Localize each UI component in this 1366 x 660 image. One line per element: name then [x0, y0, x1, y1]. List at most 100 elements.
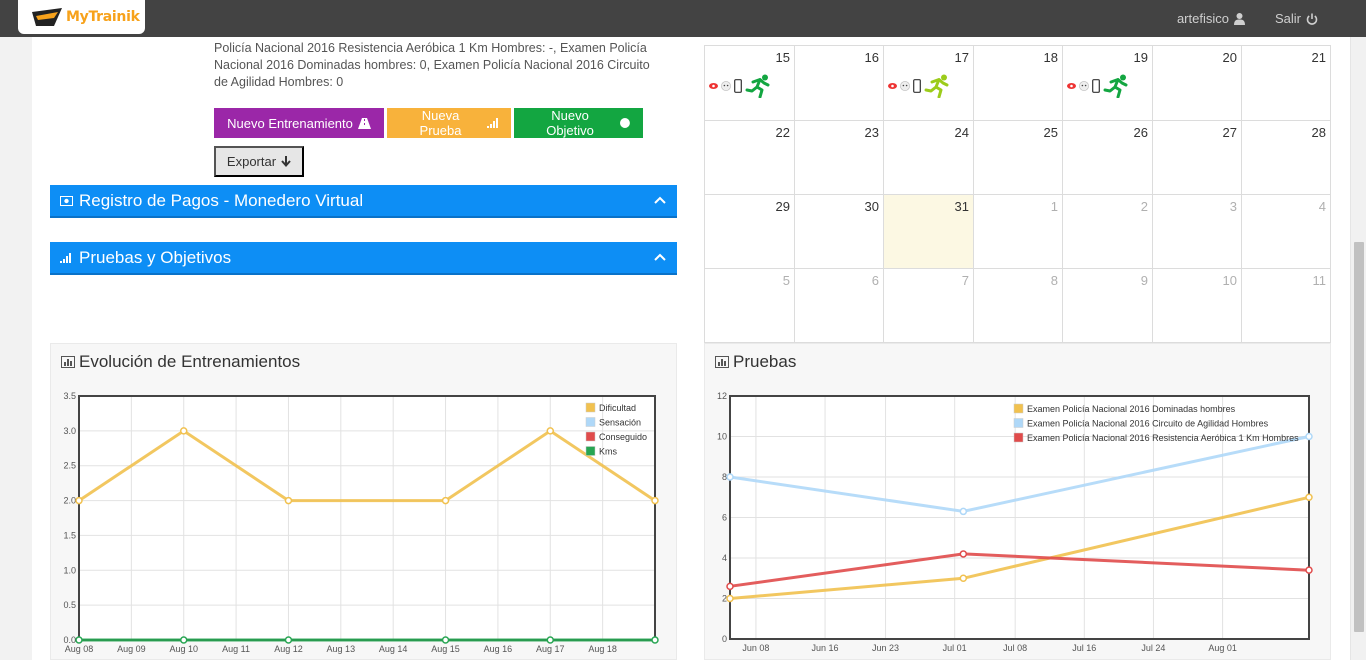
tests-chart-title: Pruebas — [733, 352, 797, 371]
calendar-day[interactable]: 16 — [794, 46, 883, 120]
calendar-day[interactable]: 26 — [1062, 121, 1152, 194]
x-tick-label: Aug 16 — [484, 644, 513, 654]
scroll-thumb[interactable] — [1354, 242, 1364, 632]
user-menu[interactable]: artefisico — [1177, 11, 1245, 26]
new-training-label: Nuevo Entrenamiento — [227, 115, 353, 131]
tests-goals-panel-header[interactable]: Pruebas y Objetivos — [50, 242, 677, 275]
objectives-summary-text: Policía Nacional 2016 Resistencia Aeróbi… — [214, 41, 650, 89]
legend-label: Examen Policía Nacional 2016 Dominadas h… — [1027, 404, 1236, 414]
x-tick-label: Aug 13 — [327, 644, 356, 654]
calendar-week-row: 29 30 31 1 2 3 4 — [704, 194, 1331, 268]
data-point — [726, 473, 734, 481]
calendar-day[interactable]: 28 — [1241, 121, 1331, 194]
calendar-day[interactable]: 8 — [973, 269, 1062, 342]
phone-icon — [913, 79, 921, 93]
calendar-day[interactable]: 21 — [1241, 46, 1331, 120]
x-tick-label: Aug 01 — [1208, 643, 1237, 653]
legend-swatch — [1013, 403, 1024, 414]
eye-icon — [888, 83, 897, 89]
calendar-day-number: 22 — [775, 125, 790, 140]
calendar-day[interactable]: 25 — [973, 121, 1062, 194]
calendar-day-number: 29 — [775, 199, 790, 214]
y-tick-label: 1.0 — [63, 565, 76, 575]
y-tick-label: 10 — [717, 432, 727, 442]
y-tick-label: 1.5 — [63, 530, 76, 540]
logout-link[interactable]: Salir — [1275, 11, 1318, 26]
calendar-day-today[interactable]: 31 — [883, 195, 973, 268]
legend-swatch — [1013, 432, 1024, 443]
data-point — [959, 507, 968, 516]
calendar-day[interactable]: 3 — [1152, 195, 1241, 268]
logo[interactable]: MyTrainik — [18, 0, 145, 34]
data-point — [726, 582, 734, 591]
data-point — [959, 574, 968, 582]
calendar-day[interactable]: 18 — [973, 46, 1062, 120]
calendar-event[interactable] — [888, 74, 952, 98]
calendar-day[interactable]: 27 — [1152, 121, 1241, 194]
calendar-day-number: 3 — [1229, 199, 1237, 214]
x-tick-label: Aug 18 — [588, 644, 617, 654]
new-test-button[interactable]: Nueva Prueba — [387, 108, 511, 138]
face-icon — [900, 81, 910, 91]
calendar-event[interactable] — [1067, 74, 1131, 98]
calendar-day-number: 9 — [1140, 273, 1148, 288]
x-tick-label: Jun 23 — [872, 643, 899, 653]
x-tick-label: Jun 08 — [742, 643, 769, 653]
bar-chart-icon — [715, 356, 729, 368]
calendar-day[interactable]: 29 — [704, 195, 794, 268]
calendar-day[interactable]: 9 — [1062, 269, 1152, 342]
calendar-day[interactable]: 20 — [1152, 46, 1241, 120]
runner-icon — [1103, 74, 1128, 98]
calendar-day[interactable]: 22 — [704, 121, 794, 194]
new-test-label: Nueva Prueba — [419, 108, 462, 138]
y-tick-label: 4 — [722, 553, 727, 563]
calendar-day-number: 16 — [864, 50, 879, 65]
data-point — [1305, 493, 1313, 501]
calendar-day[interactable]: 15 — [704, 46, 794, 120]
eye-icon — [709, 83, 718, 89]
logo-text: MyTrainik — [66, 9, 140, 25]
calendar-day[interactable]: 4 — [1241, 195, 1331, 268]
y-tick-label: 0.5 — [63, 600, 76, 610]
tests-goals-panel-title: Pruebas y Objetivos — [79, 247, 232, 267]
chevron-up-icon[interactable] — [653, 250, 667, 264]
new-training-button[interactable]: Nuevo Entrenamiento — [214, 108, 384, 138]
tests-chart: 0 2 4 6 8 10 12 Jun 08 Jun 16 Jun 23 Jul 01 Jul 08 J… — [717, 391, 1313, 653]
x-tick-label: Aug 08 — [65, 644, 94, 654]
calendar-day[interactable]: 19 — [1062, 46, 1152, 120]
new-goal-button[interactable]: Nuevo Objetivo — [514, 108, 643, 138]
calendar-day[interactable]: 10 — [1152, 269, 1241, 342]
payments-panel-header[interactable]: Registro de Pagos - Monedero Virtual — [50, 185, 677, 218]
calendar-day[interactable]: 5 — [704, 269, 794, 342]
calendar-day[interactable]: 7 — [883, 269, 973, 342]
y-tick-label: 8 — [722, 472, 727, 482]
signal-icon — [487, 118, 499, 128]
legend-swatch — [585, 431, 596, 442]
calendar-event[interactable] — [709, 74, 773, 98]
calendar-day-number: 21 — [1311, 50, 1326, 65]
calendar-day[interactable]: 23 — [794, 121, 883, 194]
face-icon — [1079, 81, 1089, 91]
x-tick-label: Aug 12 — [274, 644, 303, 654]
power-icon — [1306, 13, 1318, 25]
x-tick-label: Jul 16 — [1072, 643, 1096, 653]
calendar-day[interactable]: 2 — [1062, 195, 1152, 268]
page-scrollbar[interactable] — [1350, 37, 1366, 660]
calendar-day[interactable]: 6 — [794, 269, 883, 342]
calendar-day-number: 25 — [1043, 125, 1058, 140]
calendar-week-row: 15 16 17 18 19 20 21 — [704, 45, 1331, 120]
y-tick-label: 2.5 — [63, 461, 76, 471]
data-point — [959, 550, 968, 558]
legend-label: Examen Policía Nacional 2016 Circuito de… — [1027, 419, 1269, 429]
chevron-up-icon[interactable] — [653, 193, 667, 207]
calendar-day[interactable]: 24 — [883, 121, 973, 194]
data-point — [1305, 432, 1313, 441]
eye-icon — [1067, 83, 1076, 89]
legend-swatch — [585, 446, 596, 456]
calendar-day[interactable]: 17 — [883, 46, 973, 120]
calendar-day[interactable]: 11 — [1241, 269, 1331, 342]
calendar-day[interactable]: 1 — [973, 195, 1062, 268]
calendar-day[interactable]: 30 — [794, 195, 883, 268]
export-button[interactable]: Exportar — [214, 146, 304, 177]
payments-panel-title: Registro de Pagos - Monedero Virtual — [79, 190, 364, 210]
